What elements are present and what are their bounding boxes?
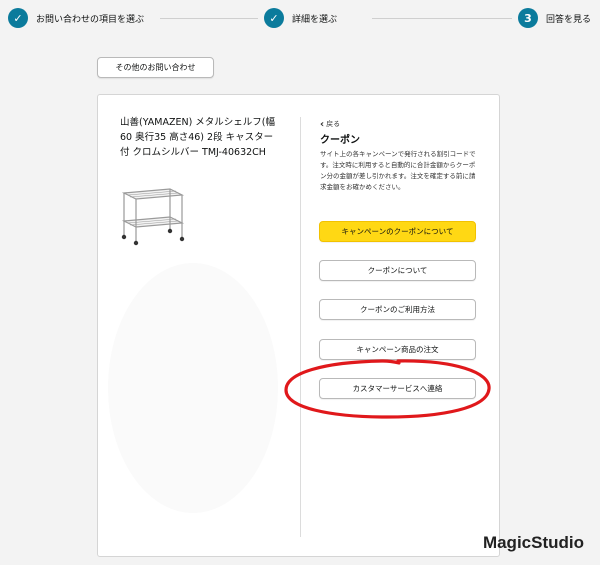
step-3-number: 3 [518, 8, 538, 28]
column-divider [300, 117, 301, 537]
step-2: ✓ 詳細を選ぶ [264, 8, 337, 28]
stepper-connector [372, 18, 512, 19]
contact-customer-service-button[interactable]: カスタマーサービスへ連絡 [319, 378, 476, 399]
other-inquiry-button[interactable]: その他のお問い合わせ [97, 57, 214, 78]
product-image [121, 188, 185, 246]
step-1: ✓ お問い合わせの項目を選ぶ [8, 8, 144, 28]
step-1-check-icon: ✓ [8, 8, 28, 28]
step-1-label: お問い合わせの項目を選ぶ [36, 14, 145, 25]
campaign-coupon-button[interactable]: キャンペーンのクーポンについて [319, 221, 476, 242]
coupon-usage-button[interactable]: クーポンのご利用方法 [319, 299, 476, 320]
magicstudio-watermark: MagicStudio [482, 533, 584, 552]
step-2-check-icon: ✓ [264, 8, 284, 28]
about-coupon-button[interactable]: クーポンについて [319, 260, 476, 281]
inquiry-card: 山善(YAMAZEN) メタルシェルフ(幅60 奥行35 高さ46) 2段 キャ… [97, 94, 500, 557]
section-description: サイト上の各キャンペーンで発行される割引コードです。注文時に利用すると自動的に合… [320, 150, 476, 191]
chevron-left-icon: ‹ [320, 118, 325, 130]
campaign-order-button[interactable]: キャンペーン商品の注文 [319, 339, 476, 360]
section-title: クーポン [320, 135, 360, 146]
back-link[interactable]: ‹ 戻る [320, 119, 340, 129]
step-3-label: 回答を見る [546, 14, 592, 25]
step-3: 3 回答を見る [518, 8, 591, 28]
progress-stepper: ✓ お問い合わせの項目を選ぶ ✓ 詳細を選ぶ 3 回答を見る [0, 8, 600, 32]
product-title: 山善(YAMAZEN) メタルシェルフ(幅60 奥行35 高さ46) 2段 キャ… [120, 117, 276, 158]
step-2-label: 詳細を選ぶ [292, 14, 338, 25]
back-link-label: 戻る [326, 120, 341, 128]
background-decoration [108, 263, 278, 513]
stepper-connector [160, 18, 258, 19]
